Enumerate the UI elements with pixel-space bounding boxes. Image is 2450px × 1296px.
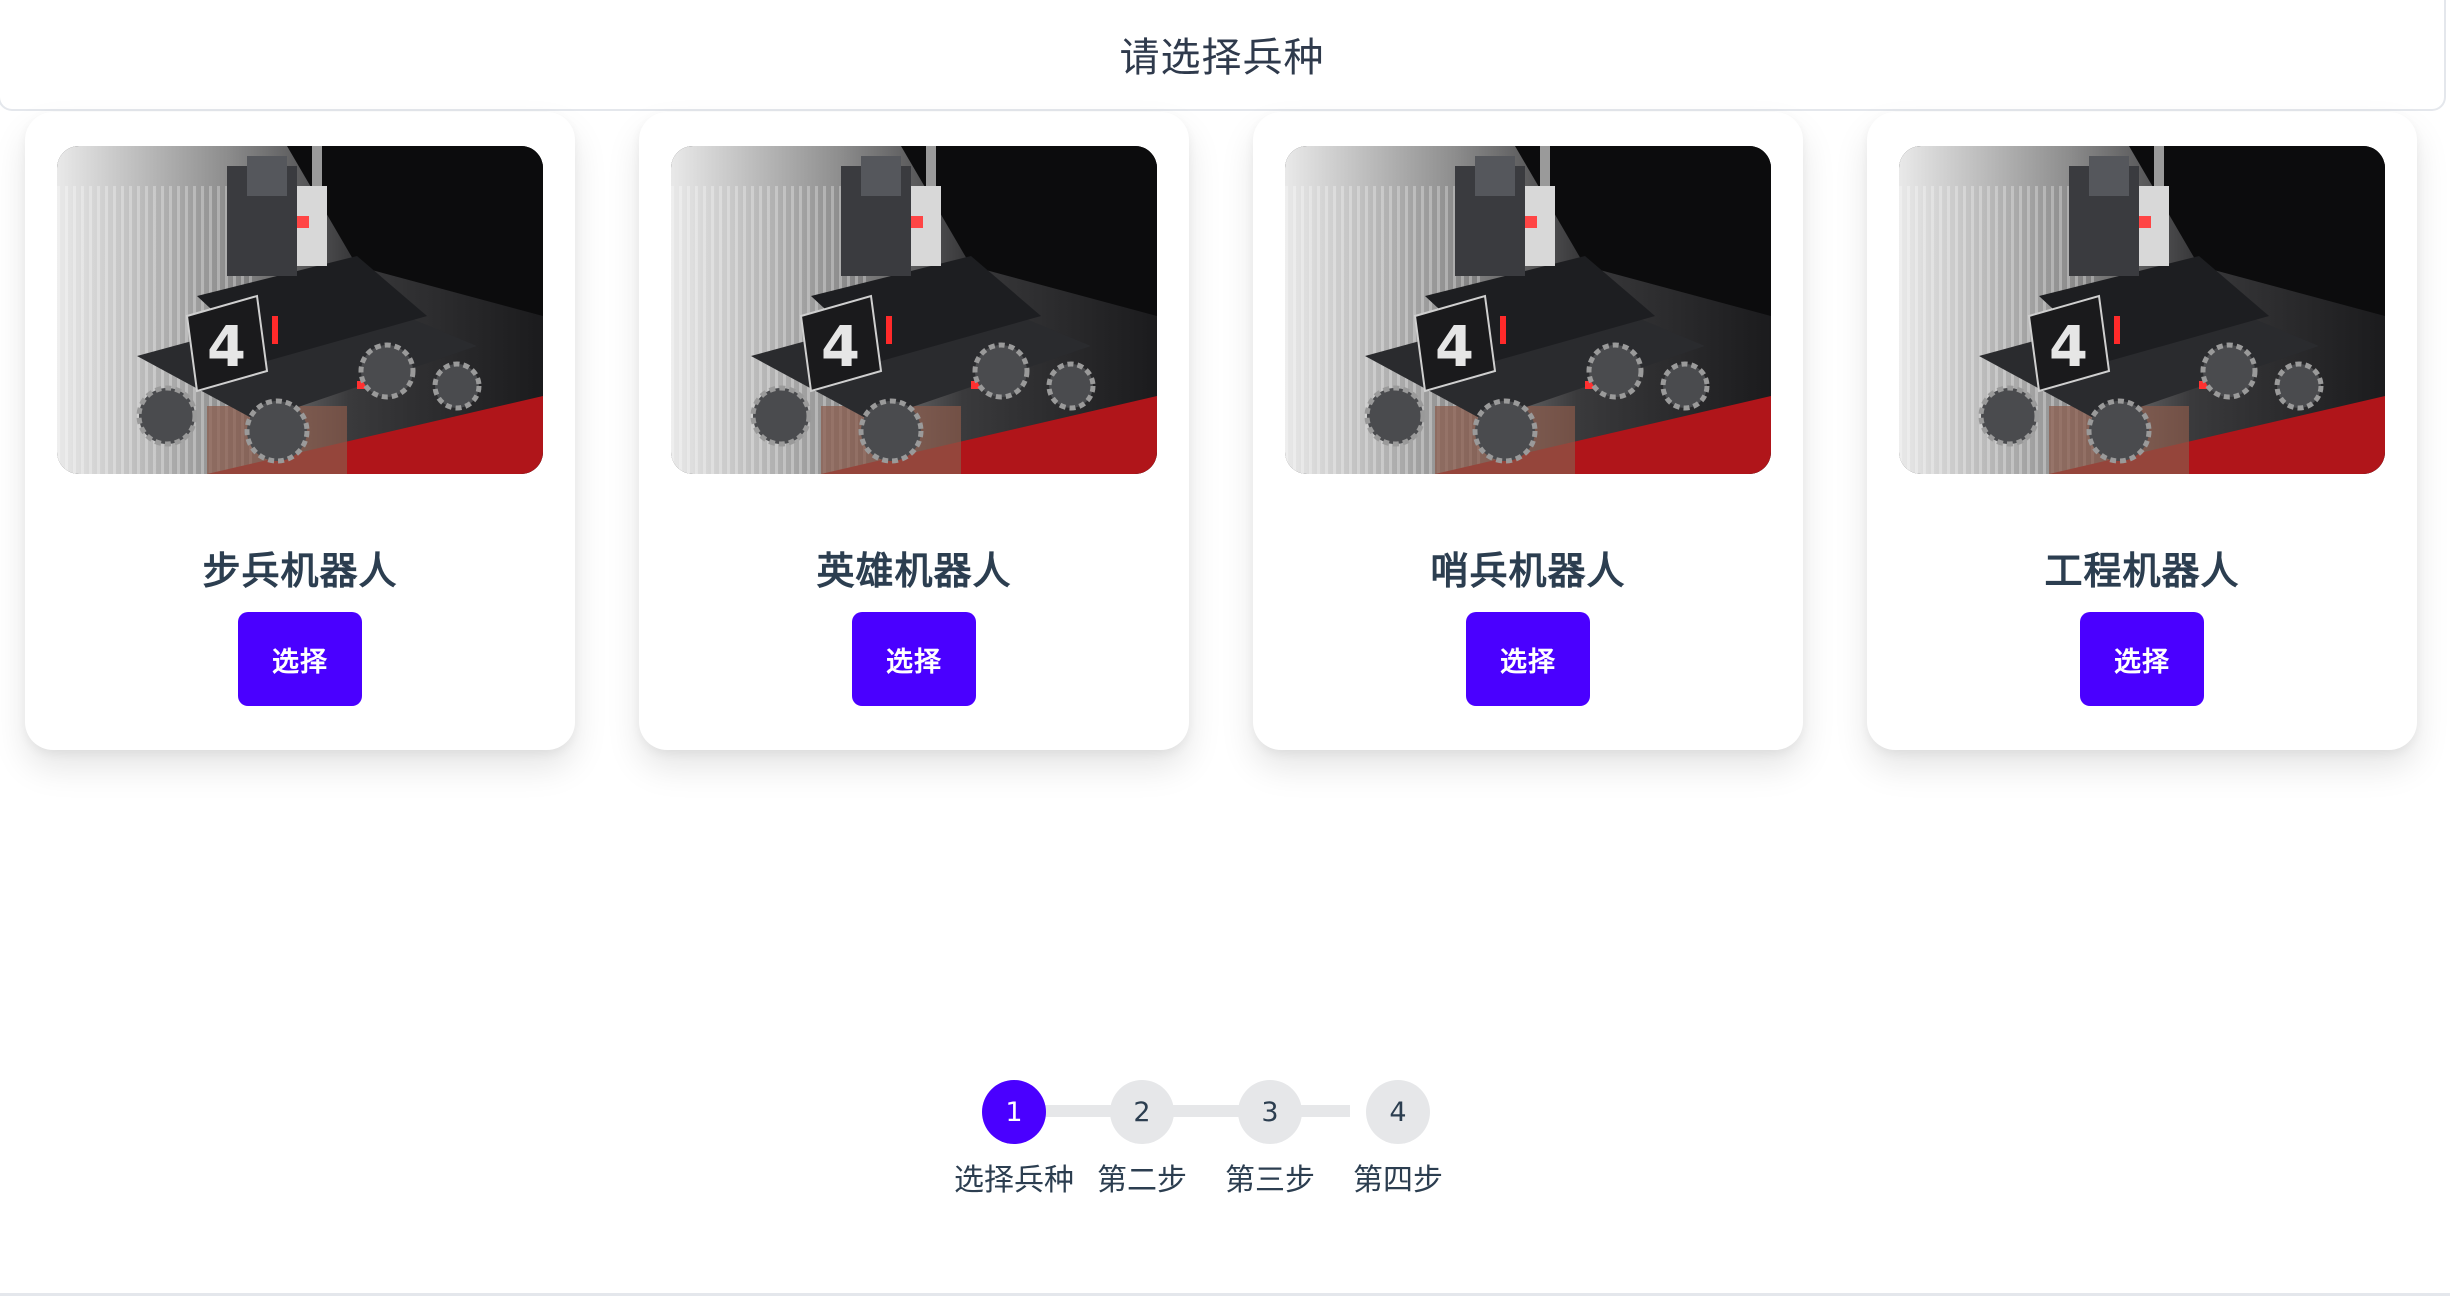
robot-card-infantry: 4 步兵机器人 选择 <box>25 112 575 750</box>
svg-text:4: 4 <box>2049 315 2088 380</box>
step-circle[interactable]: 1 <box>982 1080 1046 1144</box>
robot-card-hero: 4 英雄机器人 选择 <box>639 112 1189 750</box>
card-title: 步兵机器人 <box>202 549 398 593</box>
robot-photo: 4 <box>1899 146 2385 474</box>
svg-text:4: 4 <box>821 315 860 380</box>
card-title: 英雄机器人 <box>816 549 1012 593</box>
robot-card-list: 4 步兵机器人 选择 4 英雄机器人 选择 4 哨兵机器人 选择 4 工程机器人… <box>25 112 2420 752</box>
card-title: 工程机器人 <box>2044 549 2240 593</box>
robot-photo: 4 <box>671 146 1157 474</box>
select-button-infantry[interactable]: 选择 <box>238 612 362 706</box>
step-4: 4 第四步 <box>1334 1080 1462 1210</box>
robot-card-engineer: 4 工程机器人 选择 <box>1867 112 2417 750</box>
card-title: 哨兵机器人 <box>1430 549 1626 593</box>
step-circle[interactable]: 2 <box>1110 1080 1174 1144</box>
select-button-engineer[interactable]: 选择 <box>2080 612 2204 706</box>
page: 请选择兵种 4 步兵机器人 选择 4 英雄机器人 选择 4 哨兵机器人 选择 4… <box>0 0 2450 1296</box>
robot-photo: 4 <box>1285 146 1771 474</box>
step-circle[interactable]: 4 <box>1366 1080 1430 1144</box>
header-bar: 请选择兵种 <box>0 0 2446 111</box>
select-button-sentry[interactable]: 选择 <box>1466 612 1590 706</box>
step-label: 第四步 <box>1353 1163 1443 1198</box>
svg-text:4: 4 <box>1435 315 1474 380</box>
robot-card-sentry: 4 哨兵机器人 选择 <box>1253 112 1803 750</box>
robot-photo: 4 <box>57 146 543 474</box>
select-button-hero[interactable]: 选择 <box>852 612 976 706</box>
progress-stepper: 1 选择兵种 2 第二步 3 第三步 4 第四步 <box>950 1080 1490 1210</box>
svg-text:4: 4 <box>207 315 246 380</box>
step-circle[interactable]: 3 <box>1238 1080 1302 1144</box>
page-title: 请选择兵种 <box>1119 34 1325 81</box>
